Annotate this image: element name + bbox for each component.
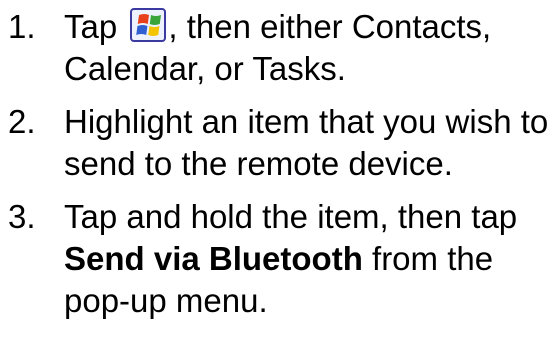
step-1: 1. Tap , then either Contacts, Calendar,… bbox=[0, 6, 558, 90]
step-text: , then either Contacts, bbox=[168, 8, 492, 45]
instruction-list: 1. Tap , then either Contacts, Calendar,… bbox=[0, 6, 558, 333]
step-3: 3. Tap and hold the item, then tap Send … bbox=[0, 196, 558, 322]
step-line: Send via Bluetooth from the bbox=[64, 238, 558, 280]
step-2: 2. Highlight an item that you wish to se… bbox=[0, 101, 558, 185]
step-text: Tap bbox=[64, 8, 127, 45]
menu-command-label: Send via Bluetooth bbox=[64, 240, 363, 277]
windows-start-icon bbox=[130, 8, 167, 42]
step-line: Calendar, or Tasks. bbox=[64, 50, 346, 87]
step-line: pop-up menu. bbox=[64, 282, 268, 319]
step-text: from the bbox=[362, 240, 494, 277]
step-line: Tap , then either Contacts, bbox=[64, 6, 558, 48]
step-line: Highlight an item that you wish to bbox=[64, 103, 549, 140]
step-number: 1. bbox=[8, 8, 36, 45]
step-number: 3. bbox=[8, 198, 36, 235]
step-line: Tap and hold the item, then tap bbox=[64, 198, 518, 235]
step-number: 2. bbox=[8, 103, 36, 140]
step-line: send to the remote device. bbox=[64, 145, 453, 182]
